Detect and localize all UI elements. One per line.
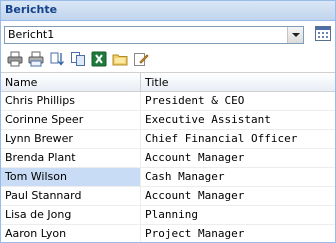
cell-title: Chief Financial Officer — [145, 132, 298, 145]
grid-body: Chris Phillips President & CEO Corinne S… — [1, 92, 335, 242]
cell-title: Planning — [145, 208, 198, 221]
report-select-value: Bericht1 — [8, 28, 55, 41]
cell-title: Cash Manager — [141, 168, 335, 186]
cell-name: Brenda Plant — [1, 149, 141, 167]
column-header-name[interactable]: Name — [1, 73, 141, 92]
cell-name: Tom Wilson — [1, 168, 141, 186]
cell-title: Account Manager — [145, 189, 245, 202]
cell-name: Corinne Speer — [1, 111, 141, 129]
panel-title: Berichte — [1, 1, 335, 21]
edit-report-icon[interactable] — [133, 51, 149, 67]
table-row[interactable]: Lynn Brewer Chief Financial Officer — [1, 130, 335, 149]
table-row-selected[interactable]: Tom Wilson Cash Manager — [1, 168, 335, 187]
cell-name: Chris Phillips — [1, 92, 141, 110]
cell-name: Lisa de Jong — [1, 206, 141, 224]
table-row[interactable]: Paul Stannard Account Manager — [1, 187, 335, 206]
cell-name: Lynn Brewer — [1, 130, 141, 148]
cell-title: President & CEO — [145, 94, 245, 107]
cell-title: Account Manager — [145, 151, 245, 164]
table-row[interactable]: Aaron Lyon Project Manager — [1, 225, 335, 242]
cell-title: Executive Assistant — [145, 113, 271, 126]
report-select[interactable]: Bericht1 — [4, 26, 304, 44]
cell-name: Aaron Lyon — [1, 225, 141, 242]
table-row[interactable]: Chris Phillips President & CEO — [1, 92, 335, 111]
cell-name: Paul Stannard — [1, 187, 141, 205]
print-icon[interactable] — [7, 51, 23, 67]
chevron-down-icon[interactable] — [287, 27, 303, 43]
sort-icon[interactable] — [49, 51, 65, 67]
calendar-icon[interactable] — [315, 26, 331, 41]
print-preview-icon[interactable] — [28, 51, 44, 67]
report-selector-row: Bericht1 — [1, 21, 335, 48]
report-toolbar — [1, 48, 335, 70]
excel-export-icon[interactable] — [91, 51, 107, 67]
reports-panel: Berichte Bericht1 Name Title Chris Phill… — [0, 0, 336, 243]
table-row[interactable]: Brenda Plant Account Manager — [1, 149, 335, 168]
column-header-title[interactable]: Title — [141, 73, 335, 92]
table-row[interactable]: Corinne Speer Executive Assistant — [1, 111, 335, 130]
copy-icon[interactable] — [70, 51, 86, 67]
grid-header: Name Title — [1, 72, 335, 92]
table-row[interactable]: Lisa de Jong Planning — [1, 206, 335, 225]
folder-icon[interactable] — [112, 51, 128, 67]
cell-title: Project Manager — [145, 227, 245, 240]
